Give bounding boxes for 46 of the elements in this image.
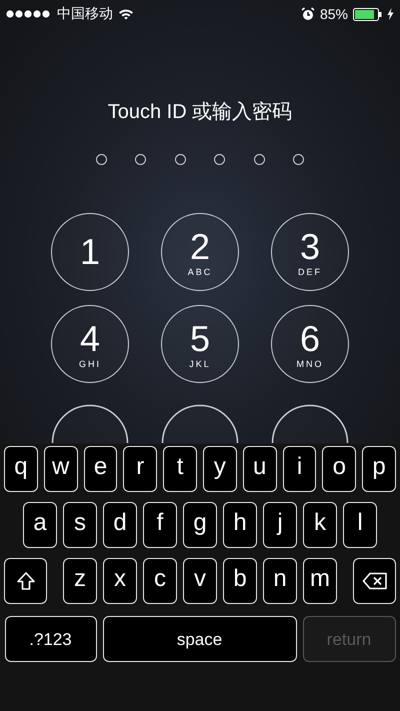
numbers-key[interactable]: .?123: [4, 616, 96, 662]
keypad-button[interactable]: 4 GHI: [51, 305, 129, 383]
battery-icon: [353, 8, 382, 20]
keypad-button[interactable]: 3 DEF: [271, 213, 349, 291]
keypad-button[interactable]: 2 ABC: [161, 213, 239, 291]
passcode-prompt: Touch ID 或输入密码: [108, 100, 292, 125]
letter-key[interactable]: c: [143, 558, 177, 604]
alarm-clock-icon: [300, 7, 315, 21]
letter-key[interactable]: e: [84, 446, 118, 492]
letter-key[interactable]: d: [103, 502, 137, 548]
letter-key[interactable]: p: [362, 446, 396, 492]
letter-key[interactable]: w: [44, 446, 78, 492]
battery-percent: 85%: [320, 6, 348, 22]
letter-key[interactable]: o: [322, 446, 356, 492]
letter-key[interactable]: r: [123, 446, 158, 492]
letter-key[interactable]: v: [183, 558, 217, 604]
charging-bolt-icon: [387, 8, 394, 20]
letter-key[interactable]: k: [303, 502, 337, 548]
delete-key[interactable]: [353, 558, 396, 604]
wifi-icon: [118, 8, 134, 20]
letter-key[interactable]: n: [263, 558, 297, 604]
letter-key[interactable]: y: [203, 446, 237, 492]
letter-key[interactable]: g: [183, 502, 217, 548]
letter-key[interactable]: j: [263, 502, 297, 548]
signal-icon: [6, 10, 52, 18]
letter-key[interactable]: a: [23, 502, 57, 548]
letter-key[interactable]: x: [103, 558, 137, 604]
letter-key[interactable]: h: [223, 502, 257, 548]
letter-key[interactable]: l: [343, 502, 377, 548]
letter-key[interactable]: f: [143, 502, 177, 548]
letter-key[interactable]: b: [223, 558, 257, 604]
backspace-icon: [362, 572, 388, 590]
letter-key[interactable]: t: [163, 446, 197, 492]
shift-key[interactable]: [4, 558, 47, 604]
letter-key[interactable]: m: [303, 558, 337, 604]
letter-key[interactable]: u: [242, 446, 277, 492]
keypad-button[interactable]: 6 MNO: [271, 305, 349, 383]
letter-key[interactable]: z: [63, 558, 97, 604]
carrier-name: 中国移动: [57, 5, 113, 23]
shift-arrow-icon: [16, 571, 36, 591]
letter-key[interactable]: q: [4, 446, 38, 492]
keypad-button[interactable]: 1: [51, 213, 129, 291]
space-key[interactable]: space: [102, 616, 296, 662]
letter-key[interactable]: s: [63, 502, 97, 548]
letter-key[interactable]: i: [282, 446, 316, 492]
keypad-button[interactable]: 5 JKL: [161, 305, 239, 383]
